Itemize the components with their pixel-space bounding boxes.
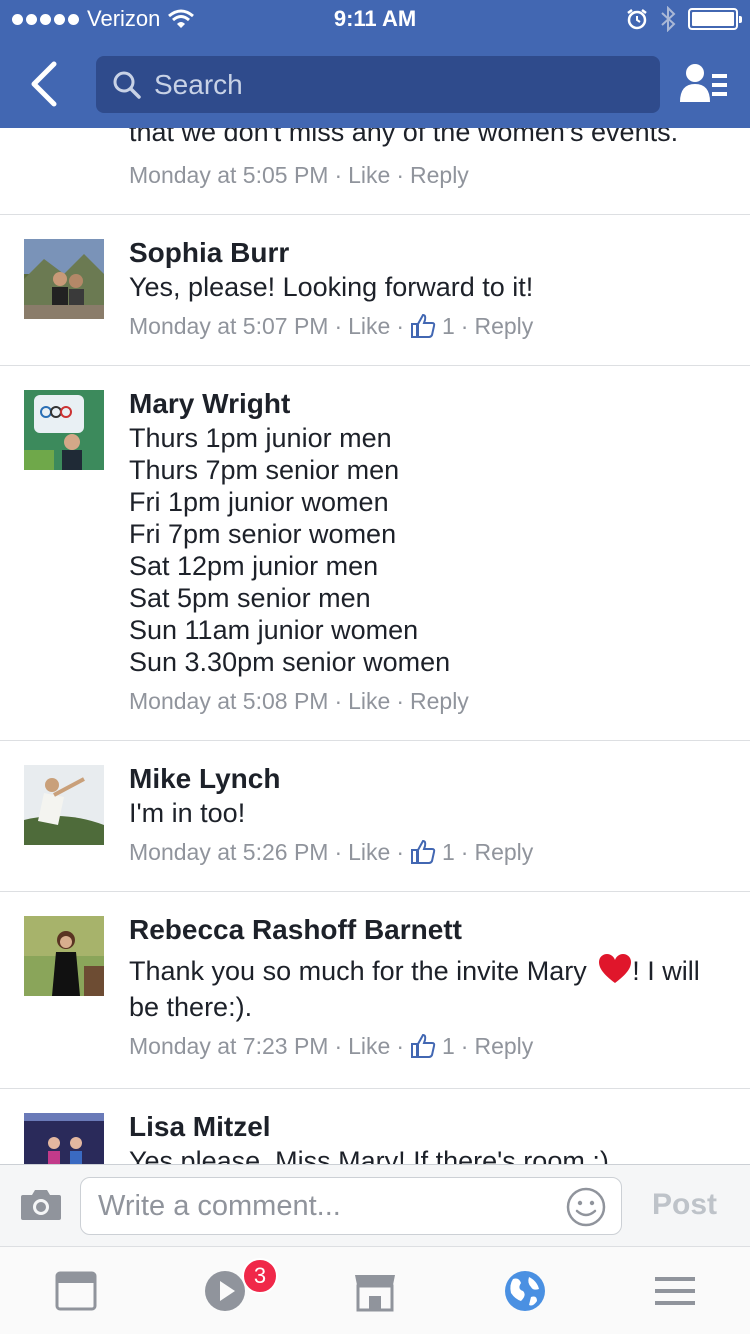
news-feed-icon[interactable] — [54, 1269, 98, 1313]
bluetooth-icon — [661, 6, 676, 32]
top-bar: Verizon 9:11 AM Search — [0, 0, 750, 128]
comment-time: Monday at 7:23 PM — [129, 1033, 329, 1059]
notifications-globe-icon[interactable] — [503, 1269, 547, 1313]
schedule-line: Fri 1pm junior women — [129, 487, 389, 517]
avatar[interactable] — [24, 239, 104, 319]
like-link[interactable]: Like — [348, 686, 390, 716]
camera-icon[interactable] — [20, 1187, 62, 1221]
comment-text: Thurs 1pm junior men Thurs 7pm senior me… — [129, 422, 750, 678]
comment-item: Mike Lynch I'm in too! Monday at 5:26 PM… — [0, 741, 750, 892]
like-count[interactable]: 1 — [442, 1031, 455, 1061]
comment-text: Thank you so much for the invite Mary ! … — [129, 953, 750, 1025]
comment-meta: Monday at 5:08 PM · Like · Reply — [129, 686, 469, 716]
comment-text: that we don't miss any of the women's ev… — [129, 128, 679, 147]
comment-time: Monday at 5:07 PM — [129, 313, 329, 339]
comment-author[interactable]: Sophia Burr — [129, 236, 750, 270]
alarm-icon — [627, 9, 647, 30]
marketplace-icon[interactable] — [353, 1269, 397, 1313]
comment-item: Sophia Burr Yes, please! Looking forward… — [0, 215, 750, 366]
video-play-icon[interactable] — [203, 1269, 247, 1313]
comment-time: Monday at 5:08 PM — [129, 688, 329, 714]
like-count[interactable]: 1 — [442, 311, 455, 341]
comment-input[interactable]: Write a comment... — [80, 1177, 622, 1235]
back-chevron-icon[interactable] — [22, 58, 66, 110]
comment-author[interactable]: Mike Lynch — [129, 762, 750, 796]
comment-meta: Monday at 5:05 PM · Like · Reply — [129, 160, 469, 190]
thumbs-up-icon — [411, 839, 436, 864]
avatar[interactable] — [24, 765, 104, 845]
comment-text: Yes, please! Looking forward to it! — [129, 272, 534, 302]
comment-meta: Monday at 5:26 PM · Like · 1 · Reply — [129, 837, 534, 867]
comment-time: Monday at 5:26 PM — [129, 839, 329, 865]
like-link[interactable]: Like — [348, 1031, 390, 1061]
post-button[interactable]: Post — [652, 1188, 717, 1222]
reply-link[interactable]: Reply — [474, 311, 533, 341]
comment-time: Monday at 5:05 PM — [129, 162, 329, 188]
reply-link[interactable]: Reply — [410, 686, 469, 716]
battery-icon — [688, 8, 742, 30]
comment-author[interactable]: Mary Wright — [129, 387, 750, 421]
schedule-line: Fri 7pm senior women — [129, 519, 397, 549]
comment-text: Yes please, Miss Mary! If there's room :… — [129, 1146, 609, 1164]
schedule-line: Sun 3.30pm senior women — [129, 647, 451, 677]
search-icon — [113, 71, 141, 99]
avatar[interactable] — [24, 916, 104, 996]
heart-emoji-icon — [599, 954, 632, 983]
search-input[interactable]: Search — [96, 56, 660, 113]
video-notification-badge: 3 — [242, 1258, 278, 1294]
comment-composer: Write a comment... Post — [0, 1164, 750, 1246]
avatar[interactable] — [24, 1113, 104, 1164]
like-link[interactable]: Like — [348, 837, 390, 867]
like-link[interactable]: Like — [348, 311, 390, 341]
comment-meta: Monday at 7:23 PM · Like · 1 · Reply — [129, 1031, 534, 1061]
comment-item: Mary Wright Thurs 1pm junior men Thurs 7… — [0, 366, 750, 741]
comment-item: Lisa Mitzel Yes please, Miss Mary! If th… — [0, 1089, 750, 1164]
reply-link[interactable]: Reply — [474, 1031, 533, 1061]
like-link[interactable]: Like — [348, 160, 390, 190]
comment-item: Rebecca Rashoff Barnett Thank you so muc… — [0, 892, 750, 1089]
nav-row: Search — [0, 48, 750, 120]
schedule-line: Sat 5pm senior men — [129, 583, 371, 613]
comment-placeholder: Write a comment... — [98, 1190, 341, 1222]
tab-bar: 3 — [0, 1246, 750, 1334]
menu-icon[interactable] — [653, 1269, 697, 1313]
schedule-line: Sat 12pm junior men — [129, 551, 379, 581]
thumbs-up-icon — [411, 313, 436, 338]
comment-author[interactable]: Lisa Mitzel — [129, 1110, 750, 1144]
friends-list-icon[interactable] — [680, 62, 728, 104]
avatar[interactable] — [24, 390, 104, 470]
reply-link[interactable]: Reply — [474, 837, 533, 867]
comment-meta: Monday at 5:07 PM · Like · 1 · Reply — [129, 311, 534, 341]
comment-author[interactable]: Rebecca Rashoff Barnett — [129, 913, 750, 947]
reply-link[interactable]: Reply — [410, 160, 469, 190]
schedule-line: Sun 11am junior women — [129, 615, 419, 645]
search-placeholder: Search — [154, 69, 243, 100]
comment-text-part: Thank you so much for the invite Mary — [129, 956, 587, 986]
comment-item: that we don't miss any of the women's ev… — [0, 128, 750, 215]
thumbs-up-icon — [411, 1033, 436, 1058]
comments-list: that we don't miss any of the women's ev… — [0, 128, 750, 1164]
schedule-line: Thurs 1pm junior men — [129, 423, 392, 453]
like-count[interactable]: 1 — [442, 837, 455, 867]
comment-text: I'm in too! — [129, 798, 246, 828]
emoji-icon[interactable] — [565, 1186, 607, 1228]
schedule-line: Thurs 7pm senior men — [129, 455, 400, 485]
status-bar: Verizon 9:11 AM — [0, 0, 750, 40]
status-icons — [626, 6, 742, 32]
